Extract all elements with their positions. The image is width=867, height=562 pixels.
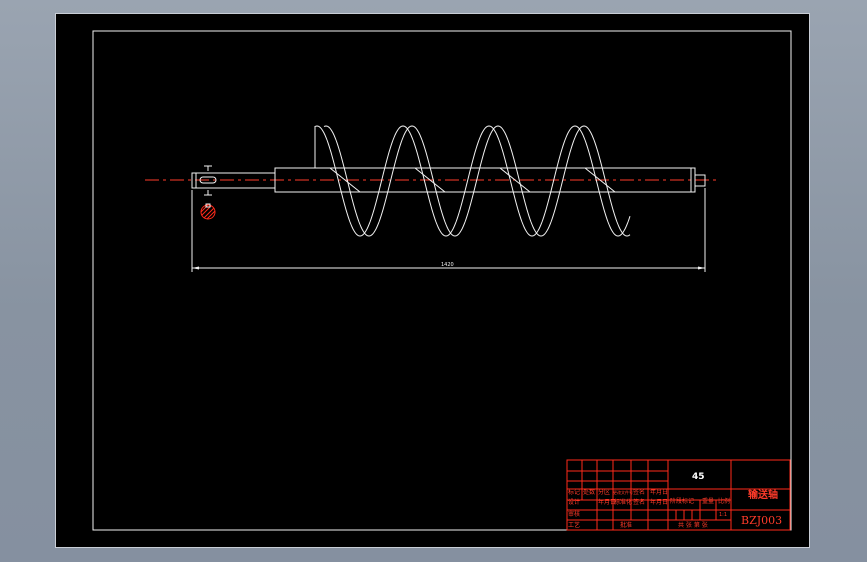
flight-inner-edge: [323, 125, 631, 237]
screw-flight: [314, 125, 631, 237]
title-block: 标记 处数 分区 更改文件号 签名 年月日 设计 年月日 标准化 签名 年月日 …: [566, 459, 791, 531]
revision-header-change-doc: 更改文件号: [613, 489, 633, 495]
label-standardization: 标准化: [614, 498, 632, 506]
flight-outer-edge: [314, 125, 631, 237]
drawing-number: BZJ003: [741, 514, 782, 527]
scale-value: 1:1: [719, 512, 727, 518]
label-stage-mark: 阶段标记: [670, 497, 694, 505]
label-approve: 批准: [620, 521, 632, 529]
label-design: 设计: [568, 498, 580, 506]
label-ratio: 比例: [718, 497, 730, 505]
revision-header-zone: 分区: [598, 488, 610, 496]
material-value: 45: [692, 472, 705, 482]
dimension-label: 1420: [441, 262, 454, 268]
drawing-frame: [92, 30, 792, 531]
revision-header-count: 处数: [583, 488, 595, 496]
cad-drawing: 1420 标记 处数 分区 更改文件号 签名 年月日 设计 年月日 标准化 签名…: [92, 30, 792, 531]
dimension-arrow-right: [698, 266, 705, 270]
revision-header-date: 年月日: [650, 488, 668, 496]
label-sheets: 共 张 第 张: [678, 521, 708, 529]
part-name: 输送轴: [748, 488, 778, 501]
revision-header-mark: 标记: [568, 488, 580, 496]
label-process: 工艺: [568, 521, 580, 529]
label-date-2: 年月日: [650, 498, 668, 506]
dimension-arrow-left: [192, 266, 199, 270]
label-signature: 签名: [633, 498, 645, 506]
label-review: 审核: [568, 510, 580, 518]
revision-header-signature: 签名: [633, 488, 645, 496]
keyway-section-view: [200, 203, 216, 220]
label-weight: 重量: [702, 497, 714, 505]
